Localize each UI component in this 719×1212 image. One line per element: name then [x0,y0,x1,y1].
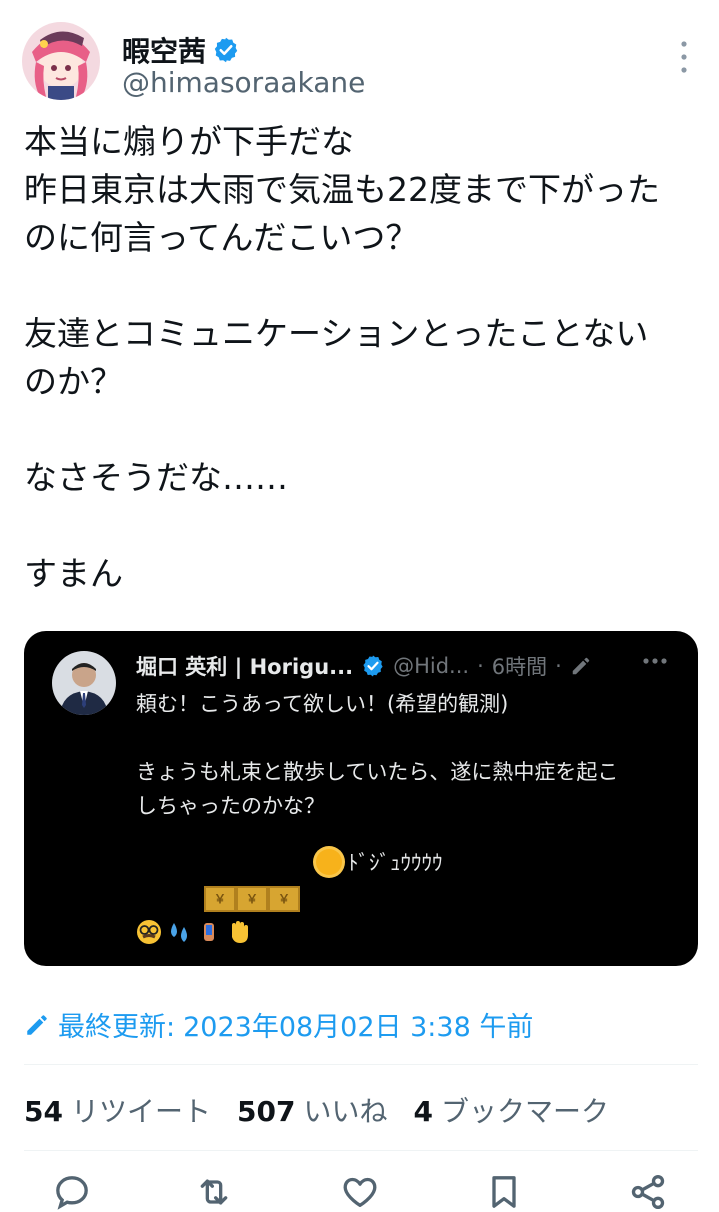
tweet-line: のか？ [24,362,123,401]
retweet-icon[interactable] [194,1172,234,1212]
last-updated-datetime: 2023年08月02日 3:38 午前 [183,1012,534,1043]
tweet-line [24,406,704,454]
bookmark-count-number: 4 [413,1095,433,1128]
separator-dot: · [477,654,484,678]
quoted-line [136,721,676,755]
sweat-droplets-emoji-icon [171,923,187,942]
name-row: 暇空茜 [122,30,240,70]
quoted-handle[interactable]: @Hid... [393,654,469,678]
tweet-line: 本当に煽りが下手だな [24,122,354,161]
quoted-line: 頼む！こうあって欲しい！(希望的観測) [136,692,509,716]
tweet-text: 本当に煽りが下手だな 昨日東京は大雨で気温も22度まで下がった のに何言ってんだ… [24,118,704,598]
tweet-line: すまん [24,554,123,593]
quoted-tweet-card[interactable]: 堀口 英利 | Horigu... @Hid... · 6時間 · 頼む！こうあ… [24,631,698,966]
more-vertical-icon[interactable] [680,40,688,74]
tweet-line [24,262,704,310]
bookmark-count[interactable]: 4 ブックマーク [413,1090,609,1130]
quoted-avatar[interactable] [52,651,116,715]
divider [24,1064,698,1065]
engagement-stats: 54 リツイート 507 いいね 4 ブックマーク [24,1090,609,1130]
bookmark-count-label: ブックマーク [440,1095,609,1128]
gold-bars: ￥ ￥ ￥ [204,886,300,912]
separator-dot: · [555,654,562,678]
last-updated[interactable]: 最終更新: 2023年08月02日 3:38 午前 [24,1005,533,1044]
gold-bar-icon: ￥ [204,886,236,912]
quoted-line: しちゃったのかな？ [136,794,325,818]
edit-pencil-icon [27,1014,47,1035]
avatar[interactable] [22,22,100,100]
action-bar [0,1170,719,1212]
edit-pencil-icon [572,657,590,675]
share-icon[interactable] [628,1172,668,1212]
tweet-line: なさそうだな…… [24,458,288,497]
like-count[interactable]: 507 いいね [237,1090,387,1130]
sun-emoji-icon [316,849,342,875]
person-bowing-emoji-icon [204,923,214,941]
tweet-page: 暇空茜 @himasoraakane 本当に煽りが下手だな 昨日東京は大雨で気温… [0,0,719,1212]
tweet-line: 昨日東京は大雨で気温も22度まで下がった [24,170,660,209]
quoted-onomatopoeia: ﾄﾞｼﾞｭｳｳｳｳ [348,851,443,875]
verified-badge-icon [214,37,238,63]
gold-bar-icon: ￥ [236,886,268,912]
divider [24,1150,698,1151]
quoted-emoji-line: ﾄﾞｼﾞｭｳｳｳｳ [316,847,443,877]
quoted-text: 頼む！こうあって欲しい！(希望的観測) きょうも札束と散歩していたら、遂に熱中症… [136,687,676,823]
tweet-line: のに何言ってんだこいつ？ [24,218,419,257]
disguised-face-emoji-icon [137,920,161,944]
retweet-count[interactable]: 54 リツイート [24,1090,211,1130]
display-name[interactable]: 暇空茜 [122,30,206,70]
emoji-row [136,919,252,945]
like-count-label: いいね [303,1095,388,1128]
verified-badge-icon [363,655,383,677]
gold-bar-icon: ￥ [268,886,300,912]
tweet-header: 暇空茜 @himasoraakane [22,22,702,102]
quoted-line: きょうも札束と散歩していたら、遂に熱中症を起こ [136,760,619,784]
quoted-display-name[interactable]: 堀口 英利 | Horigu... [136,651,353,681]
tweet-line: 友達とコミュニケーションとったことない [24,314,649,353]
raised-hand-emoji-icon [232,921,248,943]
last-updated-label: 最終更新: [58,1012,176,1043]
quoted-header: 堀口 英利 | Horigu... @Hid... · 6時間 · [136,651,592,681]
reply-icon[interactable] [52,1172,92,1212]
tweet-line [24,502,704,550]
quoted-timestamp[interactable]: 6時間 [492,651,547,681]
more-horizontal-icon[interactable] [642,657,668,665]
retweet-count-number: 54 [24,1095,63,1128]
like-heart-icon[interactable] [340,1172,380,1212]
like-count-number: 507 [236,1095,296,1128]
retweet-count-label: リツイート [70,1095,211,1128]
handle[interactable]: @himasoraakane [122,66,365,99]
bookmark-icon[interactable] [484,1172,524,1212]
